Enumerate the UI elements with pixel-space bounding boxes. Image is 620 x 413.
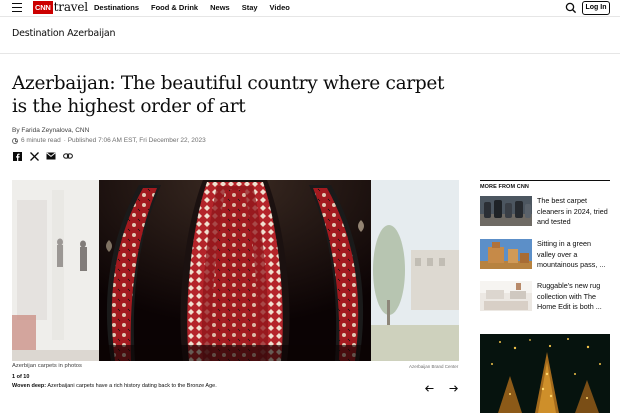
share-bar bbox=[12, 151, 73, 161]
rail-thumbnail[interactable] bbox=[480, 196, 532, 226]
rail-item-title[interactable]: Sitting in a green valley over a mountai… bbox=[537, 239, 610, 271]
gallery-credit: Azerbaijan Brand Center bbox=[409, 364, 459, 369]
section-bar: Destination Azerbaijan bbox=[0, 17, 620, 54]
article-byline: By Farida Zeynalova, CNN bbox=[12, 127, 90, 134]
rail-item-ruggable[interactable]: Ruggable's new rug collection with The H… bbox=[480, 281, 610, 315]
logo-brand: CNN bbox=[33, 1, 53, 14]
published-date: · Published 7:06 AM EST, Fri December 22… bbox=[63, 137, 206, 144]
main-nav: Destinations Food & Drink News Stay Vide… bbox=[94, 3, 290, 13]
rail-item-green-valley[interactable]: Sitting in a green valley over a mountai… bbox=[480, 239, 610, 273]
section-title[interactable]: Destination Azerbaijan bbox=[12, 28, 116, 39]
arrow-left-icon[interactable] bbox=[424, 384, 434, 392]
gallery-counter: 1 of 10 bbox=[12, 374, 30, 380]
article-meta: 6 minute read · Published 7:06 AM EST, F… bbox=[12, 137, 206, 144]
rail-thumbnail[interactable] bbox=[480, 239, 532, 269]
arrow-right-icon[interactable] bbox=[448, 384, 458, 392]
rail-item-title[interactable]: Ruggable's new rug collection with The H… bbox=[537, 281, 610, 313]
email-icon[interactable] bbox=[46, 151, 56, 161]
nav-video[interactable]: Video bbox=[270, 3, 290, 13]
advertisement[interactable] bbox=[480, 334, 610, 413]
nav-news[interactable]: News bbox=[210, 3, 230, 13]
link-icon[interactable] bbox=[63, 151, 73, 161]
search-icon[interactable] bbox=[565, 2, 577, 14]
gallery-description-bold: Woven deep: bbox=[12, 383, 47, 389]
rail-item-title[interactable]: The best carpet cleaners in 2024, tried … bbox=[537, 196, 610, 228]
read-time: 6 minute read bbox=[21, 137, 61, 144]
logo-section: travel bbox=[53, 0, 88, 14]
gallery-previous-slide[interactable] bbox=[12, 180, 99, 361]
photo-gallery[interactable] bbox=[12, 180, 459, 361]
gallery-description: Woven deep: Azerbaijani carpets have a r… bbox=[12, 383, 217, 389]
cnn-travel-logo[interactable]: CNN travel bbox=[33, 1, 88, 14]
hamburger-menu-icon[interactable] bbox=[12, 3, 22, 12]
gallery-next-slide[interactable] bbox=[371, 180, 459, 361]
x-icon[interactable] bbox=[29, 151, 39, 161]
gallery-description-text: Azerbaijani carpets have a rich history … bbox=[46, 383, 217, 389]
rail-thumbnail[interactable] bbox=[480, 281, 532, 311]
nav-food-drink[interactable]: Food & Drink bbox=[151, 3, 198, 13]
article-headline: Azerbaijan: The beautiful country where … bbox=[12, 73, 445, 117]
nav-destinations[interactable]: Destinations bbox=[94, 3, 139, 13]
clock-icon bbox=[12, 137, 18, 144]
gallery-main-image[interactable] bbox=[99, 180, 371, 361]
rail-item-carpet-cleaners[interactable]: The best carpet cleaners in 2024, tried … bbox=[480, 196, 610, 230]
gallery-arrows bbox=[424, 384, 458, 392]
nav-stay[interactable]: Stay bbox=[242, 3, 258, 13]
gallery-caption-title: Azerbijan carpets in photos bbox=[12, 363, 82, 369]
rail-heading: MORE FROM CNN bbox=[480, 180, 610, 190]
login-button[interactable]: Log In bbox=[582, 1, 610, 15]
top-navigation: CNN travel Destinations Food & Drink New… bbox=[0, 0, 620, 17]
facebook-icon[interactable] bbox=[12, 151, 22, 161]
